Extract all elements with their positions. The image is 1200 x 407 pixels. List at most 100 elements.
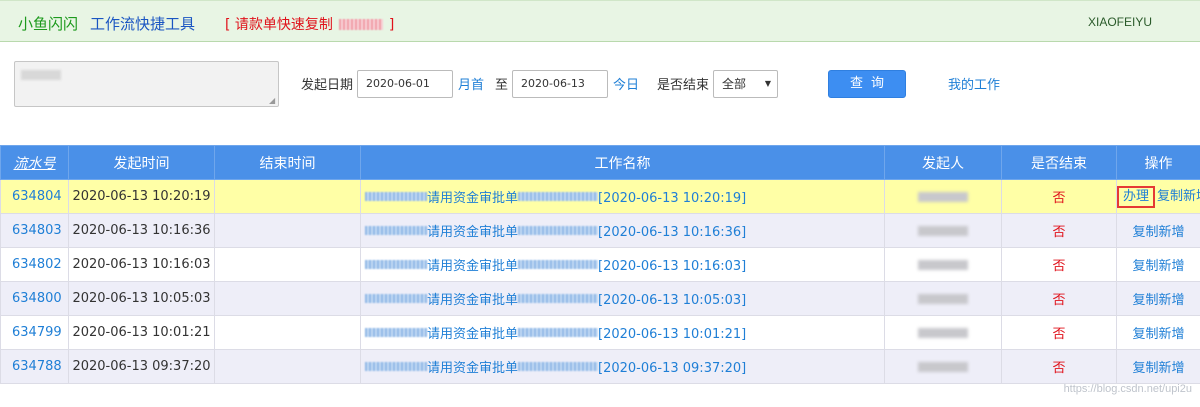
redacted-text <box>365 226 427 235</box>
redacted-text <box>338 19 383 30</box>
redacted-text <box>518 294 599 303</box>
start-time-cell: 2020-06-13 09:37:20 <box>68 349 215 384</box>
end-time-cell <box>214 213 361 248</box>
start-date-label: 发起日期 <box>301 78 354 93</box>
brand-name: 小鱼闪闪 <box>18 15 79 33</box>
redacted-text <box>518 192 599 201</box>
start-time-cell: 2020-06-13 10:01:21 <box>68 315 215 350</box>
copy-new-link[interactable]: 复制新增 <box>1132 293 1184 308</box>
work-name-text: 请用资金审批单 <box>427 327 519 342</box>
work-name-link[interactable]: 请用资金审批单 [2020-06-13 10:16:36] <box>360 213 885 248</box>
finished-cell: 否 <box>1001 281 1117 316</box>
handle-link[interactable]: 办理 <box>1117 186 1156 208</box>
caret-down-icon: ▼ <box>764 79 771 88</box>
redacted-text <box>518 226 599 235</box>
copy-new-link[interactable]: 复制新增 <box>1132 361 1184 376</box>
table-header-row: 流水号 发起时间 结束时间 工作名称 发起人 是否结束 操作 <box>0 145 1200 180</box>
initiator-cell <box>884 213 1002 248</box>
redacted-text <box>518 260 599 269</box>
end-date-input[interactable]: 2020-06-13 <box>512 70 608 98</box>
app-title: 工作流快捷工具 <box>90 15 196 33</box>
work-name-text: 请用资金审批单 <box>427 293 519 308</box>
table-row[interactable]: 634788 2020-06-13 09:37:20 请用资金审批单 [2020-… <box>0 349 1200 384</box>
actions-cell: 复制新增 <box>1116 315 1200 350</box>
table-row[interactable]: 634799 2020-06-13 10:01:21 请用资金审批单 [2020-… <box>0 315 1200 350</box>
serial-link[interactable]: 634788 <box>0 349 69 384</box>
serial-link[interactable]: 634804 <box>0 179 69 214</box>
my-work-link[interactable]: 我的工作 <box>948 74 1000 93</box>
work-name-link[interactable]: 请用资金审批单 [2020-06-13 10:20:19] <box>360 179 885 214</box>
finished-cell: 否 <box>1001 213 1117 248</box>
copy-new-link[interactable]: 复制新增 <box>1157 189 1199 204</box>
month-start-link[interactable]: 月首 <box>458 74 484 93</box>
redacted-text <box>365 192 427 201</box>
initiator-cell <box>884 247 1002 282</box>
work-name-link[interactable]: 请用资金审批单 [2020-06-13 09:37:20] <box>360 349 885 384</box>
work-name-stamp: [2020-06-13 10:16:03] <box>598 259 747 274</box>
workflow-table: 流水号 发起时间 结束时间 工作名称 发起人 是否结束 操作 634804 20… <box>0 145 1200 384</box>
work-name-stamp: [2020-06-13 09:37:20] <box>598 361 747 376</box>
start-date-input[interactable]: 2020-06-01 <box>357 70 453 98</box>
end-time-cell <box>214 349 361 384</box>
work-name-text: 请用资金审批单 <box>427 361 519 376</box>
table-row[interactable]: 634803 2020-06-13 10:16:36 请用资金审批单 [2020-… <box>0 213 1200 248</box>
promo-label: [ 请款单快速复制 <box>225 17 333 33</box>
work-name-link[interactable]: 请用资金审批单 [2020-06-13 10:16:03] <box>360 247 885 282</box>
col-finished-header: 是否结束 <box>1001 145 1117 180</box>
end-time-cell <box>214 281 361 316</box>
actions-cell: 复制新增 <box>1116 281 1200 316</box>
resize-handle-icon[interactable]: ◢ <box>269 97 277 105</box>
copy-new-link[interactable]: 复制新增 <box>1132 225 1184 240</box>
col-end-time-header: 结束时间 <box>214 145 361 180</box>
redacted-text <box>918 225 968 236</box>
work-name-text: 请用资金审批单 <box>427 225 519 240</box>
serial-link[interactable]: 634799 <box>0 315 69 350</box>
redacted-text <box>518 328 599 337</box>
col-serial-header[interactable]: 流水号 <box>0 145 69 180</box>
work-name-stamp: [2020-06-13 10:05:03] <box>598 293 747 308</box>
finished-select-value: 全部 <box>722 77 747 91</box>
serial-link[interactable]: 634802 <box>0 247 69 282</box>
work-name-text: 请用资金审批单 <box>427 259 519 274</box>
serial-link[interactable]: 634800 <box>0 281 69 316</box>
current-user: XIAOFEIYU <box>1087 15 1152 29</box>
table-row[interactable]: 634800 2020-06-13 10:05:03 请用资金审批单 [2020-… <box>0 281 1200 316</box>
col-actions-header: 操作 <box>1116 145 1200 180</box>
copy-new-link[interactable]: 复制新增 <box>1132 327 1184 342</box>
actions-cell: 办理复制新增 <box>1116 179 1200 214</box>
work-name-stamp: [2020-06-13 10:16:36] <box>598 225 747 240</box>
col-start-time-header: 发起时间 <box>68 145 215 180</box>
finished-cell: 否 <box>1001 349 1117 384</box>
promo-link[interactable]: [ 请款单快速复制] <box>225 14 394 34</box>
table-row[interactable]: 634802 2020-06-13 10:16:03 请用资金审批单 [2020-… <box>0 247 1200 282</box>
actions-cell: 复制新增 <box>1116 213 1200 248</box>
work-name-stamp: [2020-06-13 10:20:19] <box>598 191 747 206</box>
work-name-link[interactable]: 请用资金审批单 [2020-06-13 10:05:03] <box>360 281 885 316</box>
initiator-cell <box>884 179 1002 214</box>
start-time-cell: 2020-06-13 10:05:03 <box>68 281 215 316</box>
initiator-cell <box>884 281 1002 316</box>
finished-cell: 否 <box>1001 315 1117 350</box>
start-time-cell: 2020-06-13 10:16:03 <box>68 247 215 282</box>
search-textarea[interactable]: ◢ <box>14 61 279 107</box>
today-link[interactable]: 今日 <box>613 74 639 93</box>
actions-cell: 复制新增 <box>1116 349 1200 384</box>
query-button[interactable]: 查询 <box>828 70 906 98</box>
finished-cell: 否 <box>1001 247 1117 282</box>
copy-new-link[interactable]: 复制新增 <box>1132 259 1184 274</box>
promo-close-bracket: ] <box>388 17 395 33</box>
finished-cell: 否 <box>1001 179 1117 214</box>
col-work-name-header: 工作名称 <box>360 145 885 180</box>
work-name-stamp: [2020-06-13 10:01:21] <box>598 327 747 342</box>
redacted-text <box>365 328 427 337</box>
redacted-text <box>365 362 427 371</box>
actions-cell: 复制新增 <box>1116 247 1200 282</box>
redacted-text <box>365 294 427 303</box>
work-name-link[interactable]: 请用资金审批单 [2020-06-13 10:01:21] <box>360 315 885 350</box>
finished-select[interactable]: 全部 ▼ <box>713 70 778 98</box>
serial-link[interactable]: 634803 <box>0 213 69 248</box>
redacted-text <box>918 361 968 372</box>
table-row[interactable]: 634804 2020-06-13 10:20:19 请用资金审批单 [2020-… <box>0 179 1200 214</box>
work-name-text: 请用资金审批单 <box>427 191 519 206</box>
redacted-text <box>21 70 61 80</box>
